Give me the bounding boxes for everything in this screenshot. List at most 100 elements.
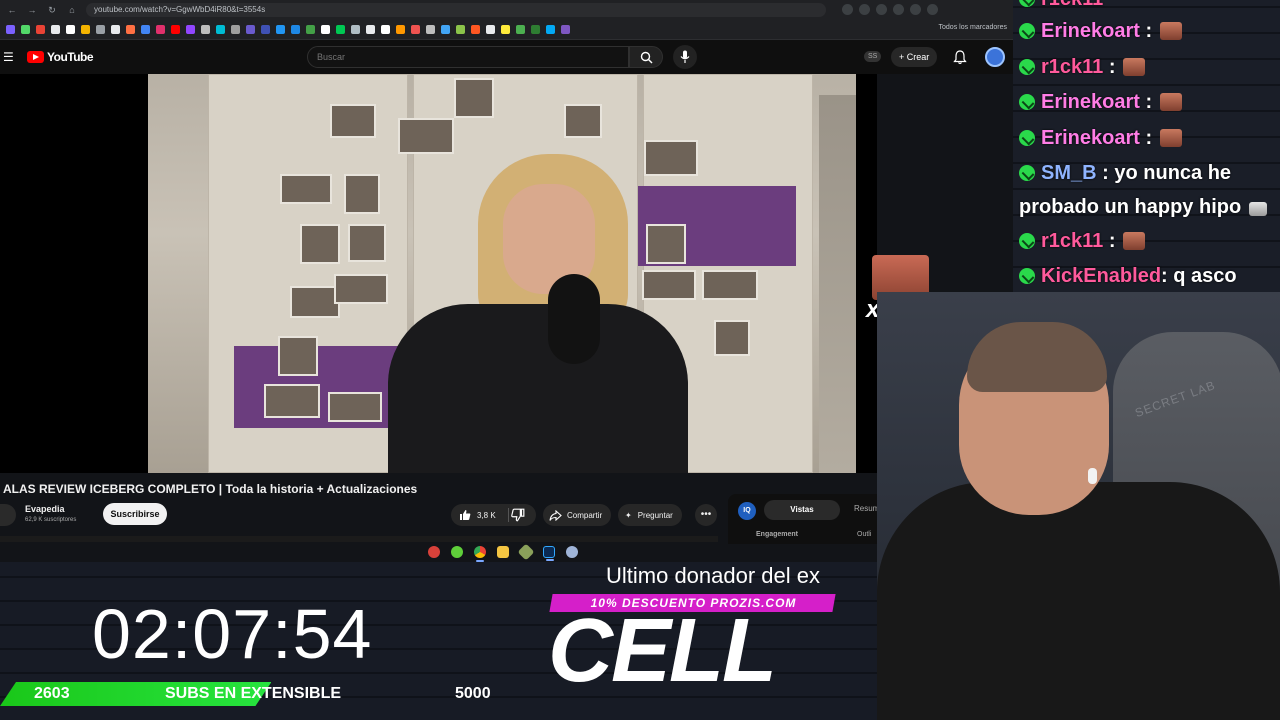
more-actions-button[interactable]: •••: [695, 504, 717, 526]
bookmark-icon[interactable]: [186, 24, 195, 34]
voice-search-button[interactable]: [673, 45, 697, 69]
wall-photo: [278, 336, 318, 376]
bookmark-icon[interactable]: [351, 24, 360, 34]
wall-photo: [328, 392, 382, 422]
bookmark-icon[interactable]: [81, 24, 90, 34]
bookmark-icon[interactable]: [126, 24, 135, 34]
tab-resumen[interactable]: Resum: [854, 504, 879, 513]
search-input[interactable]: [308, 47, 628, 67]
wall-photo: [348, 224, 386, 262]
cast-icon[interactable]: [859, 4, 870, 15]
search-button[interactable]: [629, 46, 663, 68]
ask-button[interactable]: ✦ Preguntar: [618, 504, 682, 526]
bookmark-icon[interactable]: [261, 24, 270, 34]
zoom-icon[interactable]: [842, 4, 853, 15]
chat-username: r1ck11: [1041, 0, 1103, 10]
forward-icon[interactable]: →: [26, 4, 38, 16]
bookmark-icon[interactable]: [111, 24, 120, 34]
obs-app-icon[interactable]: [428, 546, 440, 558]
wall-photo: [564, 104, 602, 138]
folder-app-icon[interactable]: [497, 546, 509, 558]
back-icon[interactable]: ←: [6, 4, 18, 16]
last-donor-heading: Ultimo donador del ex: [606, 563, 821, 588]
thumbs-down-icon[interactable]: [511, 508, 525, 522]
channel-avatar[interactable]: [0, 504, 16, 526]
account-avatar[interactable]: [985, 47, 1005, 67]
bookmark-icon[interactable]: [21, 24, 30, 34]
video-player[interactable]: [0, 74, 877, 473]
bookmark-icon[interactable]: [486, 24, 495, 34]
bookmark-icon[interactable]: [66, 24, 75, 34]
star-icon[interactable]: [876, 4, 887, 15]
hamburger-menu-icon[interactable]: ☰: [3, 50, 14, 64]
bookmark-icon[interactable]: [441, 24, 450, 34]
chat-message: KickEnabled: q asco: [1019, 265, 1237, 288]
bookmark-icon[interactable]: [291, 24, 300, 34]
bookmark-icon[interactable]: [501, 24, 510, 34]
discord-app-icon[interactable]: [566, 546, 578, 558]
laughing-emote-icon: [1123, 58, 1146, 76]
chat-text: :: [1145, 20, 1153, 42]
kick-app-icon[interactable]: [451, 546, 463, 558]
bookmark-icon[interactable]: [531, 24, 540, 34]
bookmark-icon[interactable]: [231, 24, 240, 34]
bookmark-icon[interactable]: [306, 24, 315, 34]
like-button[interactable]: 3,8 K: [451, 504, 507, 526]
bookmark-icon[interactable]: [216, 24, 225, 34]
bookmark-icon[interactable]: [96, 24, 105, 34]
bookmark-icon[interactable]: [546, 24, 555, 34]
bookmark-icon[interactable]: [6, 24, 15, 34]
bookmark-icon[interactable]: [276, 24, 285, 34]
bookmark-icon[interactable]: [426, 24, 435, 34]
minecraft-app-icon[interactable]: [517, 543, 535, 561]
bookmark-icon[interactable]: [36, 24, 45, 34]
bookmark-icon[interactable]: [336, 24, 345, 34]
bookmark-icon[interactable]: [321, 24, 330, 34]
bookmark-icon[interactable]: [246, 24, 255, 34]
search-box: [307, 46, 629, 68]
chat-text: :: [1108, 230, 1116, 252]
hippo-emote-icon: [1248, 202, 1267, 216]
ss-badge[interactable]: SS: [864, 51, 882, 62]
tab-vistas[interactable]: Vistas: [764, 500, 840, 520]
handheld-microphone: [548, 274, 600, 364]
iq-badge[interactable]: IQ: [738, 502, 756, 520]
photoshop-app-icon[interactable]: [543, 546, 555, 561]
search-icon: [640, 51, 653, 64]
subscribe-button[interactable]: Suscribirse: [103, 503, 167, 525]
bookmark-icon[interactable]: [456, 24, 465, 34]
bookmark-icon[interactable]: [516, 24, 525, 34]
chat-username: r1ck11: [1041, 56, 1104, 78]
bookmark-icon[interactable]: [156, 24, 165, 34]
home-icon[interactable]: ⌂: [66, 4, 78, 16]
reload-icon[interactable]: ↻: [46, 4, 58, 16]
profile-icon[interactable]: [927, 4, 938, 15]
address-bar[interactable]: youtube.com/watch?v=GgwWbD4iR80&t=3554s: [86, 2, 826, 17]
wall-photo: [454, 78, 494, 118]
kick-badge-icon: [1019, 0, 1035, 7]
bookmark-icon[interactable]: [381, 24, 390, 34]
bookmarks-bar: Todos los marcadores: [0, 19, 1013, 40]
all-bookmarks-link[interactable]: Todos los marcadores: [939, 24, 1007, 31]
bookmark-icon[interactable]: [411, 24, 420, 34]
youtube-logo[interactable]: YouTube: [27, 50, 94, 64]
bookmark-icon[interactable]: [471, 24, 480, 34]
extension-icon[interactable]: [893, 4, 904, 15]
taskbar: [420, 542, 610, 562]
chrome-app-icon[interactable]: [474, 546, 486, 562]
bookmark-icon[interactable]: [561, 24, 570, 34]
chat-username: SM_B: [1041, 162, 1097, 184]
bookmark-icon[interactable]: [366, 24, 375, 34]
extensions-puzzle-icon[interactable]: [910, 4, 921, 15]
bookmark-icon[interactable]: [396, 24, 405, 34]
bookmark-icon[interactable]: [201, 24, 210, 34]
create-button[interactable]: + Crear: [891, 47, 938, 67]
notifications-bell-icon[interactable]: [953, 50, 967, 65]
bookmark-icon[interactable]: [51, 24, 60, 34]
share-button[interactable]: Compartir: [543, 504, 612, 526]
chat-username: r1ck11: [1041, 230, 1104, 252]
bookmark-icon[interactable]: [171, 24, 180, 34]
channel-name[interactable]: Evapedia: [25, 504, 65, 514]
bookmark-icon[interactable]: [141, 24, 150, 34]
chat-message: SM_B : yo nunca he probado un happy hipo: [1019, 156, 1274, 224]
